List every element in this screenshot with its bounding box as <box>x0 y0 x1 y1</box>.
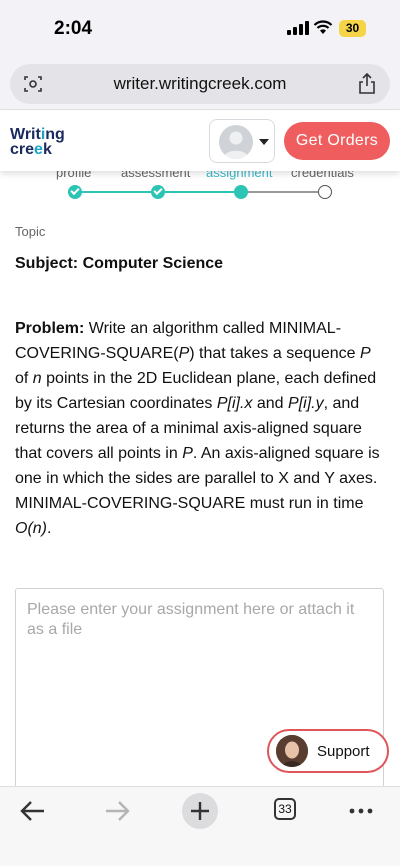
page: 2:04 30 writer.writingcreek.com Writing … <box>0 0 400 866</box>
subject-heading: Subject: Computer Science <box>15 255 224 272</box>
step-connector <box>75 191 158 193</box>
new-tab-button[interactable] <box>182 793 218 829</box>
writingcreek-logo[interactable]: Writing creek <box>10 127 74 161</box>
avatar <box>219 125 253 159</box>
step-pending-icon <box>318 185 332 199</box>
support-button[interactable]: Support <box>267 729 389 773</box>
cellular-signal-icon <box>287 21 309 35</box>
status-bar: 2:04 30 <box>0 0 400 58</box>
app-header: Writing creek Get Orders <box>0 111 400 171</box>
support-label: Support <box>317 743 370 760</box>
step-connector <box>241 191 325 193</box>
forward-arrow-icon[interactable] <box>102 797 132 825</box>
status-time: 2:04 <box>54 18 93 39</box>
textarea-placeholder: Please enter your assignment here or att… <box>27 601 355 638</box>
step-done-icon <box>151 185 165 199</box>
problem-text: Problem: Write an algorithm called MINIM… <box>15 320 380 537</box>
user-silhouette-icon <box>223 131 249 159</box>
wifi-icon <box>313 20 333 34</box>
check-icon <box>153 185 163 196</box>
address-bar[interactable]: writer.writingcreek.com <box>10 64 390 104</box>
agent-photo-icon <box>276 735 308 767</box>
profile-menu-button[interactable] <box>209 119 275 163</box>
topic-label: Topic <box>15 224 46 239</box>
step-current-icon <box>234 185 248 199</box>
back-arrow-icon[interactable] <box>18 797 48 825</box>
support-agent-avatar <box>276 735 308 767</box>
url-text[interactable]: writer.writingcreek.com <box>10 74 390 94</box>
share-icon[interactable] <box>358 73 376 95</box>
progress-stepper: profile assessment assignment credential… <box>0 165 400 205</box>
plus-icon <box>191 802 209 820</box>
check-icon <box>70 185 80 196</box>
tab-count-button[interactable]: 33 <box>274 798 296 820</box>
step-done-icon <box>68 185 82 199</box>
chevron-down-icon <box>259 139 269 145</box>
step-connector <box>158 191 241 193</box>
battery-icon: 30 <box>339 20 366 37</box>
browser-address-area: writer.writingcreek.com <box>0 58 400 110</box>
browser-toolbar: 33 <box>0 786 400 866</box>
more-dots-icon[interactable] <box>346 797 376 825</box>
logo-line2: creek <box>10 141 52 158</box>
get-orders-button[interactable]: Get Orders <box>284 122 390 160</box>
